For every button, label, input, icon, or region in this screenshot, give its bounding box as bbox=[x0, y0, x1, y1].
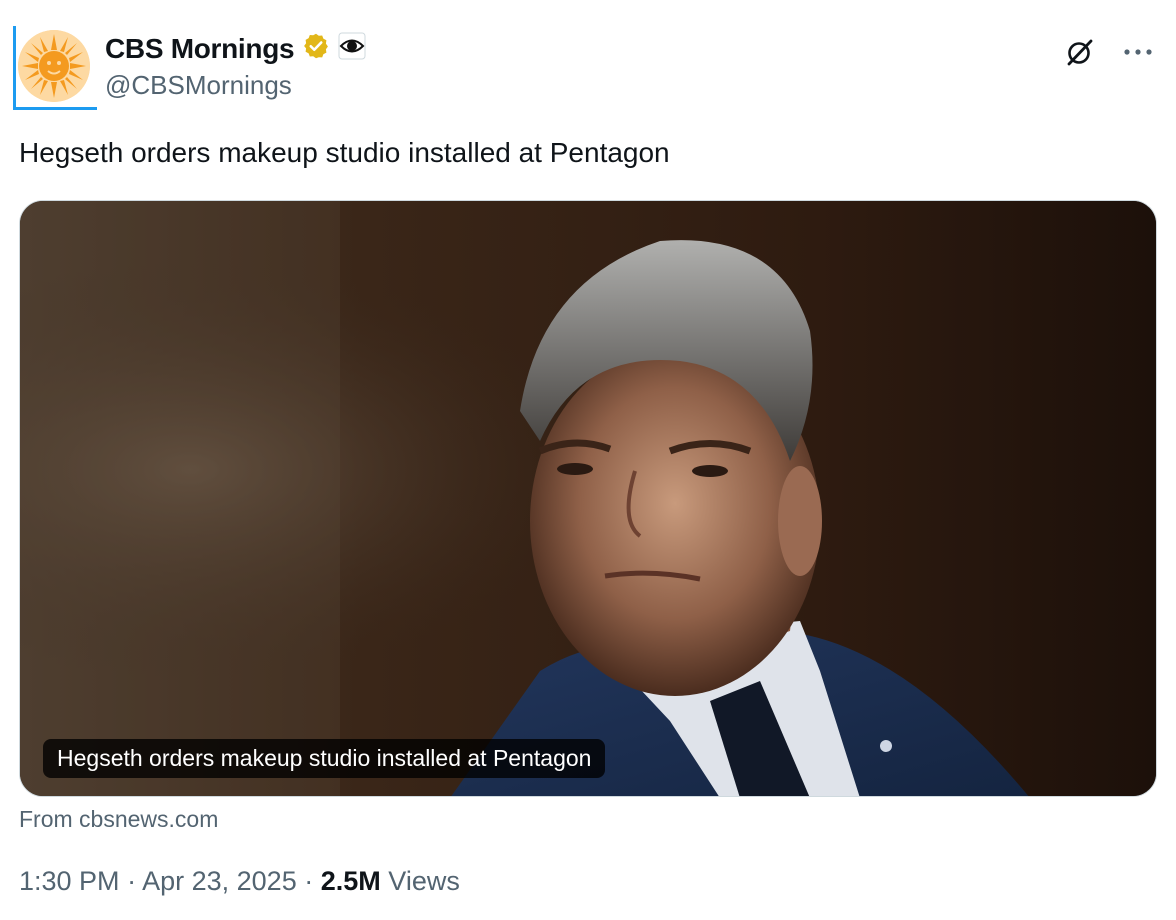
views-label: Views bbox=[388, 866, 460, 896]
tweet-date[interactable]: Apr 23, 2025 bbox=[142, 866, 297, 896]
grok-icon[interactable] bbox=[1062, 34, 1098, 70]
link-card-media[interactable]: Hegseth orders makeup studio installed a… bbox=[19, 200, 1157, 797]
meta-separator: · bbox=[127, 866, 137, 896]
tweet-time[interactable]: 1:30 PM bbox=[19, 866, 120, 896]
tweet-text: Hegseth orders makeup studio installed a… bbox=[19, 137, 670, 168]
header-actions bbox=[1062, 34, 1156, 70]
cbs-eye-icon[interactable] bbox=[338, 32, 366, 65]
verified-badge-icon[interactable] bbox=[302, 32, 330, 65]
views-count[interactable]: 2.5M bbox=[321, 866, 381, 896]
tweet-meta: 1:30 PM · Apr 23, 2025 · 2.5M Views bbox=[19, 866, 460, 897]
sun-logo-icon bbox=[18, 30, 90, 102]
avatar[interactable] bbox=[18, 30, 90, 102]
author-display-name[interactable]: CBS Mornings bbox=[105, 33, 295, 65]
meta-separator: · bbox=[304, 866, 314, 896]
news-photo bbox=[20, 201, 1156, 796]
author-name-row: CBS Mornings bbox=[105, 32, 366, 65]
media-caption: Hegseth orders makeup studio installed a… bbox=[43, 739, 606, 778]
card-source-link[interactable]: From cbsnews.com bbox=[19, 806, 218, 833]
more-icon[interactable] bbox=[1120, 34, 1156, 70]
author-handle[interactable]: @CBSMornings bbox=[105, 70, 292, 101]
